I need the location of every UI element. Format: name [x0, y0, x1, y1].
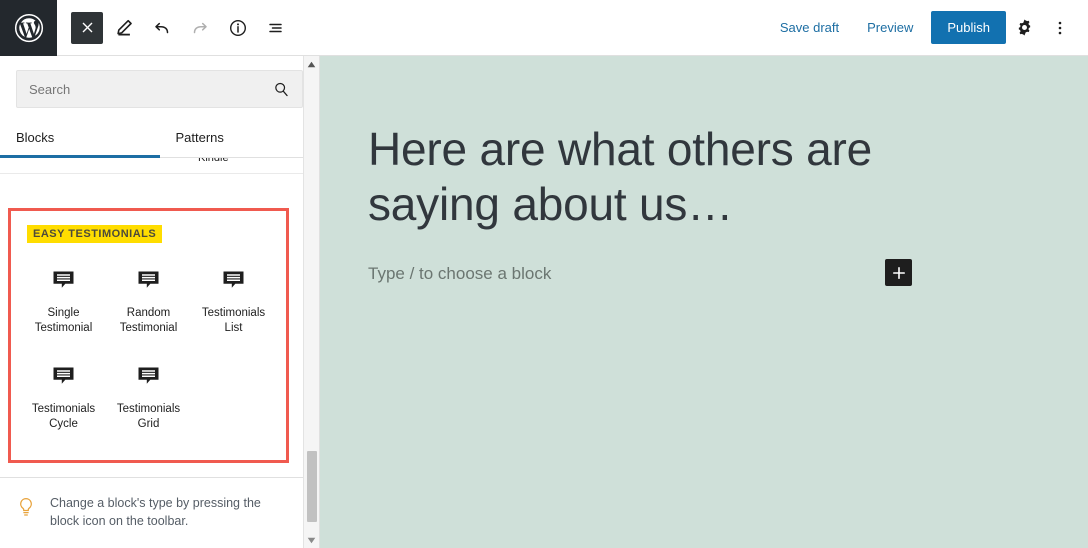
scrollbar-thumb[interactable]	[307, 451, 317, 522]
settings-button[interactable]	[1006, 10, 1042, 46]
list-view-button[interactable]	[259, 11, 293, 45]
undo-button[interactable]	[145, 11, 179, 45]
block-item-testimonials-list[interactable]: Testimonials List	[191, 257, 276, 347]
search-box[interactable]	[16, 70, 303, 108]
close-editor-button[interactable]	[71, 11, 103, 44]
block-item-testimonials-cycle[interactable]: Testimonials Cycle	[21, 353, 106, 443]
paragraph-block-placeholder[interactable]: Type / to choose a block	[368, 264, 551, 284]
lightbulb-icon	[16, 496, 36, 523]
kebab-menu-icon	[1058, 21, 1062, 34]
pencil-icon	[117, 19, 132, 35]
scrollbar-track[interactable]	[304, 72, 319, 532]
redo-arrow-icon	[193, 22, 207, 33]
search-icon	[273, 81, 290, 98]
editor-body: Blocks Patterns Kindle EASY TESTIMONIALS	[0, 56, 1088, 548]
close-icon	[82, 22, 92, 33]
top-bar-actions: Save draft Preview Publish	[766, 0, 1088, 56]
block-item-label: Testimonials Grid	[116, 403, 181, 431]
block-item-single-testimonial[interactable]: Single Testimonial	[21, 257, 106, 347]
editor-canvas[interactable]: Here are what others are saying about us…	[320, 56, 1088, 548]
wordpress-block-editor: Save draft Preview Publish Search Blocks…	[0, 0, 1088, 548]
scroll-down-arrow-icon[interactable]	[304, 532, 320, 548]
block-item-label: Testimonials List	[201, 307, 266, 334]
testimonial-bubble-icon	[51, 363, 76, 391]
inserter-scrollbar[interactable]	[303, 56, 319, 548]
redo-button[interactable]	[183, 11, 217, 45]
tab-patterns[interactable]: Patterns	[160, 118, 320, 157]
undo-arrow-icon	[155, 22, 169, 33]
block-item-label: Random Testimonial	[119, 307, 178, 334]
tab-blocks[interactable]: Blocks	[0, 118, 160, 158]
save-draft-button[interactable]: Save draft	[766, 12, 853, 43]
inserter-tip-text: Change a block's type by pressing the bl…	[50, 495, 261, 528]
info-circle-icon	[229, 19, 247, 36]
scroll-up-arrow-icon[interactable]	[304, 56, 320, 72]
block-item-label: Testimonials Cycle	[31, 403, 96, 431]
post-title[interactable]: Here are what others are saying about us…	[368, 122, 898, 232]
clipped-block-label: Kindle	[198, 158, 229, 164]
wordpress-mark-icon	[14, 13, 43, 42]
add-block-button[interactable]	[885, 259, 912, 286]
testimonial-bubble-icon	[221, 267, 246, 295]
clipped-block-above[interactable]: Kindle	[0, 158, 303, 174]
block-grid: Single Testimonial Random Testimonial Te…	[21, 257, 276, 444]
edit-tool-button[interactable]	[107, 11, 141, 45]
block-item-testimonials-grid[interactable]: Testimonials Grid	[106, 353, 191, 443]
editor-top-bar: Save draft Preview Publish	[0, 0, 1088, 56]
preview-button[interactable]: Preview	[853, 12, 927, 43]
block-item-random-testimonial[interactable]: Random Testimonial	[106, 257, 191, 347]
block-item-label: Single Testimonial	[34, 307, 93, 334]
gear-icon	[1018, 19, 1030, 36]
editor-tools	[57, 0, 293, 56]
inserter-scroll-area: Kindle EASY TESTIMONIALS Single Testimon…	[0, 158, 319, 477]
category-title: EASY TESTIMONIALS	[27, 225, 163, 243]
search-input[interactable]	[29, 81, 267, 97]
details-button[interactable]	[221, 11, 255, 45]
testimonial-bubble-icon	[136, 363, 161, 391]
inserter-tabs: Blocks Patterns	[0, 118, 319, 158]
list-view-icon	[269, 23, 282, 32]
testimonial-bubble-icon	[51, 267, 76, 295]
inserter-tip-bar: Change a block's type by pressing the bl…	[0, 476, 303, 548]
wordpress-logo[interactable]	[0, 0, 57, 56]
testimonial-bubble-icon	[136, 267, 161, 295]
inserter-search-area	[0, 56, 319, 118]
plus-icon	[892, 266, 905, 279]
block-inserter-panel: Blocks Patterns Kindle EASY TESTIMONIALS	[0, 56, 320, 548]
more-options-button[interactable]	[1042, 10, 1078, 46]
easy-testimonials-category-highlight: EASY TESTIMONIALS Single Testimonial Ran…	[8, 208, 289, 463]
publish-button[interactable]: Publish	[931, 11, 1006, 44]
